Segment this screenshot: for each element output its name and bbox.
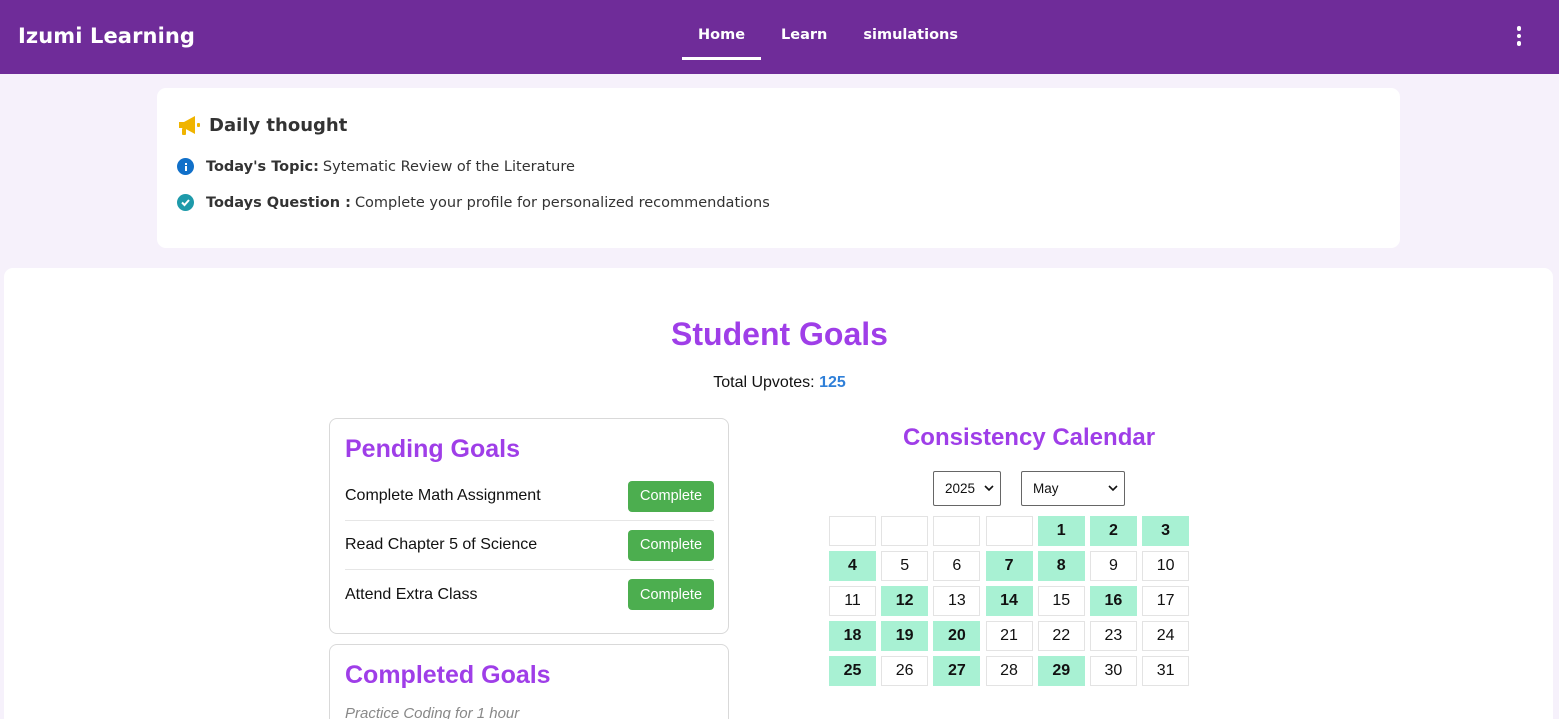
calendar-empty-cell [881,516,929,546]
calendar-day[interactable]: 3 [1142,516,1190,546]
daily-thought-title: Daily thought [209,114,348,136]
goal-text: Complete Math Assignment [345,487,541,504]
chevron-down-icon [1108,485,1118,492]
goal-row: Attend Extra Class Complete [345,570,714,619]
completed-goals-card: Completed Goals Practice Coding for 1 ho… [329,644,729,719]
calendar-day[interactable]: 30 [1089,656,1137,686]
pending-goals-title: Pending Goals [345,435,521,463]
calendar-day[interactable]: 8 [1037,551,1085,581]
month-value: May [1033,481,1059,496]
calendar-day[interactable]: 24 [1142,621,1190,651]
upvotes-summary: Total Upvotes: 125 [0,374,1559,392]
nav-simulations[interactable]: simulations [847,0,974,60]
calendar-day[interactable]: 29 [1037,656,1085,686]
calendar-empty-cell [829,516,876,546]
calendar-empty-cell [933,516,981,546]
calendar-day[interactable]: 2 [1089,516,1137,546]
kebab-dot [1516,33,1522,39]
completed-goals-title: Completed Goals [345,661,551,689]
calendar-day[interactable]: 10 [1142,551,1190,581]
topic-row: Today's Topic: Sytematic Review of the L… [177,158,575,175]
completed-goal-item: Practice Coding for 1 hour [345,705,520,719]
calendar-day[interactable]: 12 [881,586,929,616]
calendar-day[interactable]: 5 [881,551,929,581]
calendar-grid: 1 2 3 4 5 6 7 8 9 10 11 12 13 14 15 16 17 18 19 20 21 22 23 24 2… [829,516,1190,686]
question-label: Todays Question : [206,194,351,211]
calendar-day[interactable]: 13 [933,586,981,616]
kebab-dot [1516,26,1522,31]
kebab-dot [1516,41,1522,46]
calendar-day[interactable]: 28 [985,656,1033,686]
calendar-day[interactable]: 7 [985,551,1033,581]
calendar-day[interactable]: 18 [829,621,876,651]
complete-button[interactable]: Complete [628,579,714,610]
top-navbar: Izumi Learning Home Learn simulations [0,0,1559,74]
calendar-day[interactable]: 14 [985,586,1033,616]
chevron-down-icon [984,485,994,492]
daily-thought-card: Daily thought Today's Topic: Sytematic R… [157,88,1400,248]
calendar-day[interactable]: 25 [829,656,876,686]
upvotes-label: Total Upvotes: [713,374,815,391]
month-select[interactable]: May [1021,471,1125,506]
calendar-title: Consistency Calendar [902,424,1156,451]
goal-text: Attend Extra Class [345,585,478,603]
goal-row: Complete Math Assignment Complete [345,472,714,521]
calendar-empty-cell [985,516,1033,546]
kebab-menu-icon[interactable] [1509,24,1529,48]
calendar-day[interactable]: 22 [1037,621,1085,651]
calendar-day[interactable]: 23 [1089,621,1137,651]
calendar-day[interactable]: 4 [829,551,876,581]
pending-goals-card: Pending Goals Complete Math Assignment C… [329,418,729,634]
complete-button[interactable]: Complete [628,529,714,561]
question-row: Todays Question : Complete your profile … [177,194,770,211]
calendar-day[interactable]: 11 [829,586,876,616]
calendar-day[interactable]: 6 [933,551,981,581]
daily-thought-heading: Daily thought [177,114,347,136]
calendar-day[interactable]: 26 [881,656,929,686]
nav-home[interactable]: Home [682,0,762,60]
nav-learn[interactable]: Learn [765,0,843,60]
info-icon [177,158,194,175]
calendar-day[interactable]: 1 [1037,516,1085,546]
year-select[interactable]: 2025 [933,471,1001,506]
goal-row: Read Chapter 5 of Science Complete [345,521,714,570]
calendar-day[interactable]: 31 [1142,656,1190,686]
topic-value: Sytematic Review of the Literature [322,158,575,175]
megaphone-icon [179,116,200,135]
calendar-day[interactable]: 15 [1037,586,1085,616]
calendar-day[interactable]: 27 [933,656,981,686]
check-circle-icon [177,194,194,211]
goal-text: Read Chapter 5 of Science [345,536,538,553]
calendar-day[interactable]: 16 [1089,586,1137,616]
nav-links: Home Learn simulations [682,0,978,74]
calendar-day[interactable]: 21 [985,621,1033,651]
calendar-day[interactable]: 19 [881,621,929,651]
question-value: Complete your profile for personalized r… [354,194,770,211]
page-title: Student Goals [671,316,888,352]
calendar-day[interactable]: 17 [1142,586,1190,616]
calendar-day[interactable]: 9 [1089,551,1137,581]
app-title[interactable]: Izumi Learning [18,24,195,48]
calendar-day[interactable]: 20 [933,621,981,651]
upvotes-count: 125 [819,374,846,391]
year-value: 2025 [945,481,976,496]
topic-label: Today's Topic: [206,158,319,175]
complete-button[interactable]: Complete [628,480,714,512]
